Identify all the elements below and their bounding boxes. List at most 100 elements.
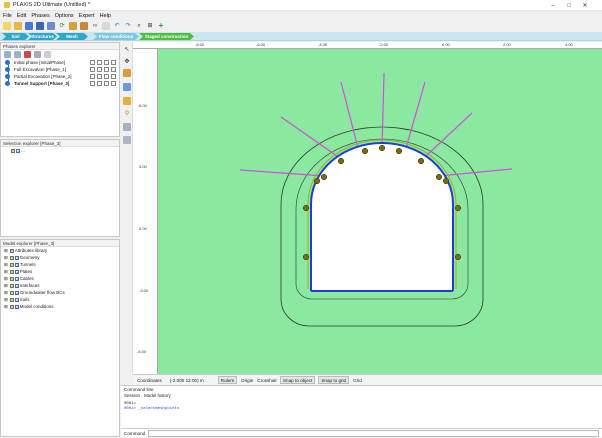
phase-row-initial[interactable]: Initial phase [InitialPhase] bbox=[5, 59, 119, 66]
tree-expand-icon[interactable]: ⊞ bbox=[4, 297, 8, 303]
calc-type-icon bbox=[90, 60, 95, 65]
insert-phase-icon[interactable] bbox=[14, 51, 21, 58]
pan-icon[interactable]: ✥ bbox=[123, 57, 131, 65]
tree-expand-icon[interactable]: ⊞ bbox=[4, 283, 8, 289]
water-level-icon[interactable]: ⚲ bbox=[123, 109, 131, 117]
visibility-checkbox[interactable]: ✓ bbox=[16, 148, 20, 153]
model-item-label: Plates bbox=[19, 269, 33, 274]
activate-icon[interactable] bbox=[123, 97, 131, 105]
tree-expand-icon[interactable]: ⊞ bbox=[4, 269, 8, 275]
zoom-fit-icon[interactable]: ⊞ bbox=[146, 22, 154, 30]
visibility-checkbox[interactable]: ✓ bbox=[14, 297, 19, 302]
menu-help[interactable]: Help bbox=[100, 13, 111, 19]
add-icon[interactable]: + bbox=[157, 22, 165, 30]
refresh-icon[interactable]: ⟳ bbox=[58, 22, 66, 30]
visibility-checkbox[interactable]: ✓ bbox=[14, 290, 19, 295]
anchor-cable bbox=[405, 81, 426, 149]
zoom-icon[interactable]: ⌕ bbox=[135, 22, 143, 30]
menu-phases[interactable]: Phases bbox=[31, 13, 49, 19]
undo-icon[interactable]: ↶ bbox=[113, 22, 121, 30]
phase-row-phase2[interactable]: Partial Excavation [Phase_2] bbox=[5, 73, 119, 80]
visibility-checkbox[interactable]: ✓ bbox=[14, 255, 19, 260]
tree-expand-icon[interactable]: ⊞ bbox=[4, 262, 8, 268]
menu-edit[interactable]: Edit bbox=[17, 13, 26, 19]
phase-options-icon bbox=[111, 81, 116, 86]
ruler-y-label: -6.00 bbox=[137, 349, 147, 354]
model-item-tunnels[interactable]: ⊞ ✓ Tunnels bbox=[4, 261, 119, 268]
close-project-icon[interactable] bbox=[47, 22, 55, 30]
node-marker bbox=[395, 147, 403, 155]
tree-expand-icon[interactable]: ⊞ bbox=[4, 304, 8, 310]
tab-model-history[interactable]: Model history bbox=[144, 393, 171, 398]
model-item-geometry[interactable]: ⊞ ✓ Geometry bbox=[4, 254, 119, 261]
command-log-line: 0002> _selectmeshpoints bbox=[124, 407, 180, 411]
document-icon[interactable] bbox=[102, 22, 110, 30]
mode-tab-soil[interactable]: Soil bbox=[2, 33, 29, 40]
model-canvas[interactable] bbox=[158, 49, 602, 374]
tree-expand-icon[interactable]: ⊞ bbox=[4, 276, 8, 282]
visibility-checkbox[interactable]: ✓ bbox=[14, 276, 19, 281]
mode-tab-structures[interactable]: Structures bbox=[28, 33, 57, 40]
open-folder-icon[interactable] bbox=[14, 22, 22, 30]
model-explorer-panel: Model explorer [Phase_3] ⊞ Attributes lib… bbox=[0, 239, 120, 437]
phase-label: Partial Excavation [Phase_2] bbox=[14, 74, 72, 79]
redo-icon[interactable]: ↷ bbox=[124, 22, 132, 30]
mode-tab-flow-conditions[interactable]: Flow conditions bbox=[93, 33, 139, 40]
save-as-icon[interactable] bbox=[36, 22, 44, 30]
model-item-cables[interactable]: ⊞ ✓ Cables bbox=[4, 275, 119, 282]
horizontal-ruler: -8.00 -6.00 -4.00 -2.00 0.00 2.00 4.00 bbox=[133, 42, 602, 49]
rulers-toggle[interactable]: Rulers bbox=[217, 376, 238, 384]
calc-type-icon bbox=[90, 67, 95, 72]
snap-to-object-toggle[interactable]: Snap to object bbox=[279, 376, 316, 384]
calculate-icon[interactable] bbox=[69, 22, 77, 30]
menu-file[interactable]: File bbox=[3, 13, 12, 19]
model-item-plates[interactable]: ⊞ ✓ Plates bbox=[4, 268, 119, 275]
maximize-button[interactable]: □ bbox=[562, 0, 576, 11]
view-mesh-icon[interactable] bbox=[123, 83, 131, 91]
model-item-model-conditions[interactable]: ⊞ ✓ Model conditions bbox=[4, 303, 119, 310]
link-icon[interactable]: ∞ bbox=[91, 22, 99, 30]
view-results-icon[interactable] bbox=[123, 136, 131, 144]
model-item-interfaces[interactable]: ⊞ ✓ Interfaces bbox=[4, 282, 119, 289]
copy-phase-icon[interactable] bbox=[44, 51, 51, 58]
view-layers-icon[interactable] bbox=[123, 69, 131, 77]
add-phase-icon[interactable] bbox=[4, 51, 11, 58]
command-input[interactable] bbox=[148, 430, 599, 437]
preview-icon[interactable] bbox=[80, 22, 88, 30]
tab-session[interactable]: Session bbox=[124, 393, 140, 398]
visibility-checkbox[interactable]: ✓ bbox=[14, 304, 19, 309]
select-arrow-icon[interactable]: ↖ bbox=[123, 45, 131, 53]
tree-expand-icon[interactable]: ⊞ bbox=[4, 248, 8, 254]
phase-row-phase3[interactable]: Tunnel Support [Phase_3] bbox=[5, 80, 119, 87]
phases-explorer-title: Phases explorer bbox=[1, 43, 119, 50]
model-item-attributes[interactable]: ⊞ Attributes library bbox=[4, 247, 119, 254]
save-icon[interactable] bbox=[25, 22, 33, 30]
tunnel-opening bbox=[311, 143, 453, 291]
menu-expert[interactable]: Expert bbox=[79, 13, 95, 19]
visibility-checkbox[interactable]: ✓ bbox=[14, 262, 19, 267]
new-file-icon[interactable] bbox=[3, 22, 11, 30]
show-materials-icon[interactable] bbox=[123, 123, 131, 131]
mode-tab-staged-construction[interactable]: Staged construction bbox=[139, 33, 194, 40]
snap-to-grid-toggle[interactable]: Snap to grid bbox=[318, 376, 350, 384]
mode-tab-mesh[interactable]: Mesh bbox=[56, 33, 88, 40]
calc-type-icon bbox=[90, 74, 95, 79]
grid-toggle[interactable]: Grid bbox=[353, 378, 362, 383]
minimize-button[interactable]: – bbox=[546, 0, 560, 11]
model-item-soils[interactable]: ⊞ ✓ Soils bbox=[4, 296, 119, 303]
visibility-checkbox[interactable]: ✓ bbox=[14, 283, 19, 288]
delete-phase-icon[interactable] bbox=[24, 51, 31, 58]
layer-icon bbox=[9, 304, 14, 309]
close-window-button[interactable]: ✕ bbox=[578, 0, 592, 11]
origin-toggle[interactable]: Origin bbox=[241, 378, 253, 383]
tree-expand-icon[interactable]: ⊞ bbox=[4, 255, 8, 261]
tree-expand-icon[interactable]: ⊞ bbox=[4, 290, 8, 296]
edit-phase-icon[interactable] bbox=[34, 51, 41, 58]
menu-options[interactable]: Options bbox=[55, 13, 74, 19]
phase-row-phase1[interactable]: Full Excavation [Phase_1] bbox=[5, 66, 119, 73]
model-item-label: Cables bbox=[19, 276, 34, 281]
crosshair-toggle[interactable]: Crosshair bbox=[257, 378, 277, 383]
model-item-groundwater-flow-bcs[interactable]: ⊞ ✓ Groundwater flow BCs bbox=[4, 289, 119, 296]
visibility-checkbox[interactable]: ✓ bbox=[14, 269, 19, 274]
selection-item[interactable]: ✓ ... bbox=[1, 147, 119, 154]
